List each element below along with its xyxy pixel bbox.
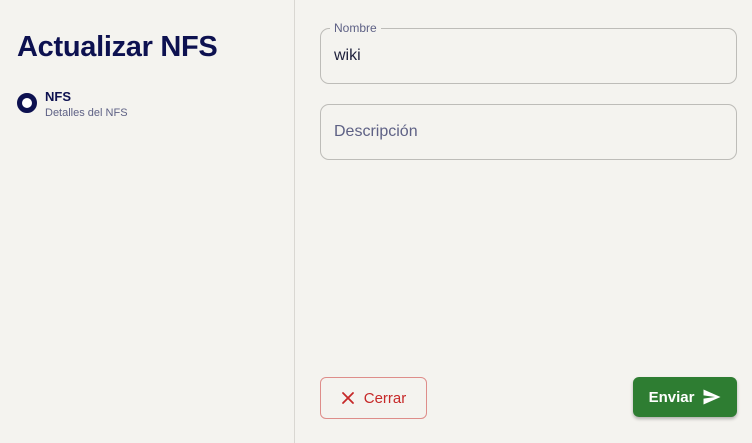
close-button-label: Cerrar bbox=[363, 389, 407, 407]
submit-button-label: Enviar bbox=[648, 388, 695, 406]
step-nfs: NFS Detalles del NFS bbox=[17, 89, 128, 121]
submit-button[interactable]: Enviar bbox=[633, 377, 737, 417]
send-icon bbox=[703, 389, 721, 405]
step-subtitle: Detalles del NFS bbox=[45, 107, 128, 119]
name-field: Nombre bbox=[320, 21, 737, 84]
update-nfs-page: Actualizar NFS NFS Detalles del NFS Nomb… bbox=[0, 0, 752, 443]
active-step-icon bbox=[17, 93, 37, 113]
description-field bbox=[320, 104, 737, 160]
close-button[interactable]: Cerrar bbox=[320, 377, 427, 419]
sidebar: Actualizar NFS NFS Detalles del NFS bbox=[0, 0, 295, 443]
name-input[interactable] bbox=[334, 47, 723, 65]
page-title: Actualizar NFS bbox=[17, 31, 218, 63]
close-icon bbox=[341, 391, 355, 405]
name-label: Nombre bbox=[330, 21, 381, 35]
step-title: NFS bbox=[45, 89, 71, 104]
description-input[interactable] bbox=[334, 123, 723, 141]
